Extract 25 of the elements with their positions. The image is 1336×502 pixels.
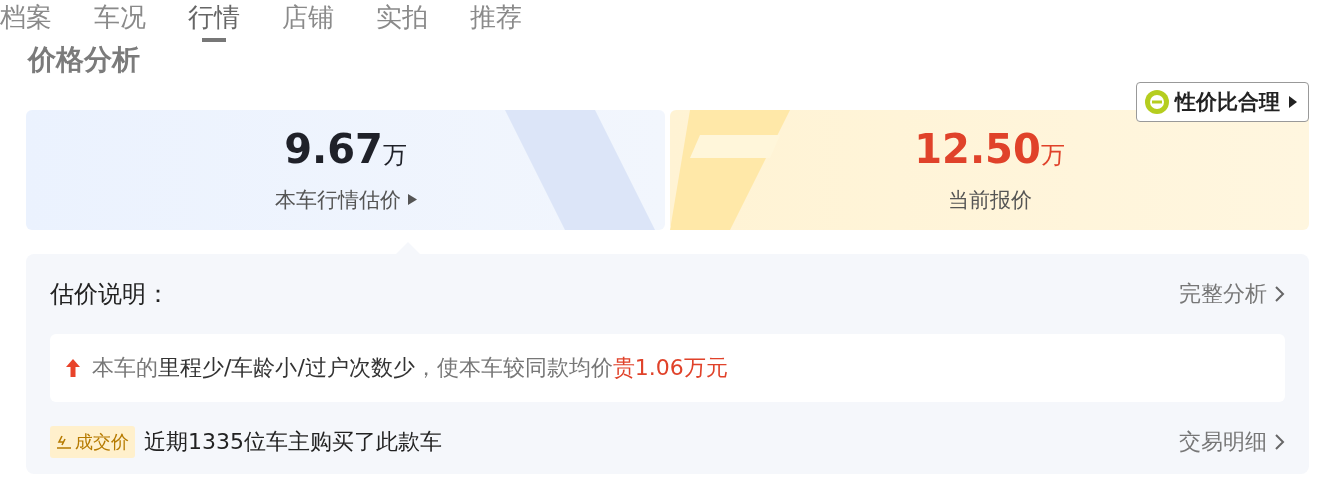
price-card[interactable]: 9.67万 本车行情估价 bbox=[26, 110, 665, 230]
triangle-icon bbox=[1288, 96, 1298, 108]
balance-icon bbox=[1144, 89, 1170, 115]
tab[interactable]: 推荐 bbox=[470, 0, 522, 42]
price-amount: 9.67万 bbox=[284, 126, 407, 174]
tab[interactable]: 档案 bbox=[0, 0, 52, 42]
tab[interactable]: 实拍 bbox=[376, 0, 428, 42]
value-badge[interactable]: 性价比合理 bbox=[1136, 82, 1309, 122]
deal-text: 近期1335位车主购买了此款车 bbox=[144, 428, 443, 456]
chevron-icon bbox=[1273, 285, 1285, 303]
chevron-icon bbox=[1273, 433, 1285, 451]
triangle-icon bbox=[407, 194, 417, 205]
transaction-details-link[interactable]: 交易明细 bbox=[1179, 427, 1285, 457]
tab[interactable]: 店铺 bbox=[282, 0, 334, 42]
deal-icon bbox=[56, 434, 72, 450]
section-title: 价格分析 bbox=[28, 42, 140, 78]
deal-tag: 成交价 bbox=[50, 426, 135, 458]
full-analysis-link[interactable]: 完整分析 bbox=[1179, 279, 1285, 309]
up-arrow-icon bbox=[66, 359, 80, 377]
price-label: 当前报价 bbox=[947, 186, 1032, 214]
note-text: 本车的里程少/车龄小/过户次数少，使本车较同款均价贵1.06万元 bbox=[92, 354, 728, 382]
price-amount: 12.50万 bbox=[914, 126, 1065, 174]
panel-title: 估价说明： bbox=[50, 279, 171, 310]
tab[interactable]: 车况 bbox=[94, 0, 146, 42]
price-label: 本车行情估价 bbox=[274, 186, 401, 214]
